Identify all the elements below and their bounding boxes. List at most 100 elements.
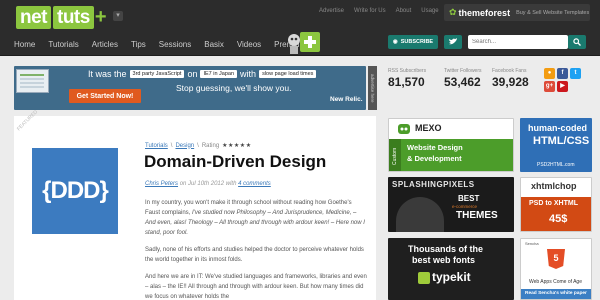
new-relic-logo: New Relic. (330, 96, 363, 103)
splash-figure (396, 197, 444, 232)
search-input[interactable] (468, 35, 568, 49)
article-title[interactable]: Domain-Driven Design (144, 152, 326, 172)
nav-videos[interactable]: Videos (237, 40, 261, 49)
sencha-brand: Sencha (525, 241, 539, 246)
xhtmlchop-price: 45$ (549, 213, 568, 225)
splash-line2: BEST (458, 194, 480, 203)
html5-shield-icon: 5 (547, 249, 565, 269)
twitter-bird-icon (449, 38, 457, 45)
thumbnail-text: {DDD} (42, 177, 109, 204)
nav-home[interactable]: Home (14, 40, 35, 49)
stat-label: Twitter Followers (444, 68, 482, 74)
themeforest-name: themeforest (458, 7, 511, 18)
psd2html-ad[interactable]: human-coded HTML/CSS PSD2HTML.com (520, 118, 592, 172)
toplink-write-for-us[interactable]: Write for Us (354, 8, 386, 14)
social-icons: ● f t g+ ▶ (544, 68, 581, 92)
rating-stars: ★★★★★ (222, 143, 252, 149)
category-link[interactable]: Tutorials (145, 143, 168, 149)
byline-with: with (225, 181, 237, 187)
article-byline: Chris Peters on Jul 10th 2012 with 4 com… (145, 181, 271, 187)
xhtmlchop-line2: PSD to XHTML (529, 200, 578, 207)
banner-headline: It was the 3rd party JavaScript on IE7 i… (88, 69, 317, 79)
excerpt-paragraph: And here we are in IT: We've studied lan… (145, 274, 367, 300)
psd2html-line2: HTML/CSS (533, 135, 590, 147)
sencha-line1: Web Apps Come of Age (529, 279, 582, 285)
youtube-icon[interactable]: ▶ (557, 81, 568, 92)
logo-plus: + (94, 6, 107, 28)
stat-value: 53,462 (444, 75, 481, 89)
google-plus-icon[interactable]: g+ (544, 81, 555, 92)
author-link[interactable]: Chris Peters (145, 181, 178, 187)
mexo-ad[interactable]: MEXO Custom Website Design & Development (388, 118, 514, 172)
twitter-follow-button[interactable] (444, 35, 462, 49)
themeforest-tagline: Buy & Sell Website Templates (516, 9, 590, 16)
dashboard-screenshot (16, 69, 49, 93)
typekit-line2: best web fonts (412, 255, 476, 265)
sencha-ad[interactable]: Sencha 5 Web Apps Come of Age Read Sench… (520, 238, 592, 300)
nav-tutorials[interactable]: Tutorials (48, 40, 78, 49)
stat-value: 81,570 (388, 75, 425, 89)
themeforest-banner[interactable]: ✿ themeforest Buy & Sell Website Templat… (444, 4, 590, 21)
subscribe-button[interactable]: ◉ SUBSCRIBE (388, 35, 438, 49)
twitter-icon[interactable]: t (570, 68, 581, 79)
splashing-pixels-ad[interactable]: SPLASHINGPIXELS BEST e-commerce THEMES (388, 177, 514, 232)
mexo-brand: MEXO (415, 123, 442, 133)
advertise-here-tab[interactable]: advertise here (368, 66, 377, 110)
facebook-fans-stat[interactable]: Facebook Fans 39,928 (492, 68, 529, 89)
toplink-advertise[interactable]: Advertise (319, 8, 344, 14)
byline-on: on (179, 181, 187, 187)
meta-separator: \ (170, 142, 173, 149)
subscribe-label: SUBSCRIBE (400, 39, 434, 45)
banner-it-was-the: It was the (88, 69, 127, 79)
banner-pill-3[interactable]: slow page load times (259, 70, 317, 78)
rss-icon[interactable]: ● (544, 68, 555, 79)
search-icon (573, 38, 581, 46)
excerpt-paragraph: Sadly, none of his efforts and studies h… (145, 247, 364, 263)
splash-line4: THEMES (456, 210, 498, 221)
nav-articles[interactable]: Articles (92, 40, 118, 49)
psd2html-line3: PSD2HTML.com (537, 162, 575, 168)
banner-subline: Stop guessing, we'll show you. (176, 83, 292, 93)
typekit-ad[interactable]: Thousands of the best web fonts typekit (388, 238, 514, 300)
top-links: Advertise Write for Us About Usage (319, 8, 439, 14)
logo-tuts: tuts (53, 6, 94, 29)
stat-label: RSS Subscribers (388, 68, 427, 74)
network-dropdown-icon[interactable]: ▾ (113, 11, 123, 21)
comments-link[interactable]: 4 comments (238, 181, 271, 187)
nav-tips[interactable]: Tips (131, 40, 146, 49)
banner-pill-1[interactable]: 3rd party JavaScript (129, 70, 185, 78)
article-thumbnail[interactable]: {DDD} (32, 148, 118, 234)
banner-with: with (240, 69, 257, 79)
xhtmlchop-brand: xhtmlchop (531, 181, 577, 191)
logo-net: net (16, 6, 51, 29)
sencha-line2: Read Sencha's white paper (525, 291, 587, 296)
stat-label: Facebook Fans (492, 68, 527, 74)
banner-pill-2[interactable]: IE7 in Japan (200, 70, 238, 78)
search-button[interactable] (568, 35, 586, 49)
rating-label: Rating (201, 142, 220, 149)
type-link[interactable]: Design (175, 143, 194, 149)
banner-on: on (187, 69, 198, 79)
main-nav: Home Tutorials Articles Tips Sessions Ba… (14, 40, 306, 49)
rss-subscribers-stat[interactable]: RSS Subscribers 81,570 (388, 68, 426, 89)
new-relic-banner-ad[interactable]: It was the 3rd party JavaScript on IE7 i… (14, 66, 366, 110)
meta-separator: \ (197, 142, 199, 149)
toplink-usage[interactable]: Usage (421, 8, 438, 14)
nav-basix[interactable]: Basix (204, 40, 224, 49)
get-started-button[interactable]: Get Started Now! (69, 89, 141, 103)
facebook-icon[interactable]: f (557, 68, 568, 79)
article-date: Jul 10th 2012 (188, 181, 225, 187)
xhtmlchop-ad[interactable]: xhtmlchop PSD to XHTML 45$ (520, 177, 592, 232)
twitter-followers-stat[interactable]: Twitter Followers 53,462 (444, 68, 482, 89)
mexo-line1: Website Design (407, 143, 463, 152)
nettuts-logo[interactable]: net tuts + (16, 6, 107, 29)
mexo-robot-icon (398, 124, 410, 134)
typekit-logo-icon (418, 272, 430, 284)
toplink-about[interactable]: About (396, 8, 412, 14)
excerpt-paragraph: In my country, you won't make it through… (145, 198, 367, 238)
mexo-custom-tab: Custom (389, 139, 401, 171)
typekit-line1: Thousands of the (408, 244, 483, 254)
stat-value: 39,928 (492, 75, 529, 89)
nav-sessions[interactable]: Sessions (159, 40, 191, 49)
mexo-line2: & Development (407, 154, 462, 163)
